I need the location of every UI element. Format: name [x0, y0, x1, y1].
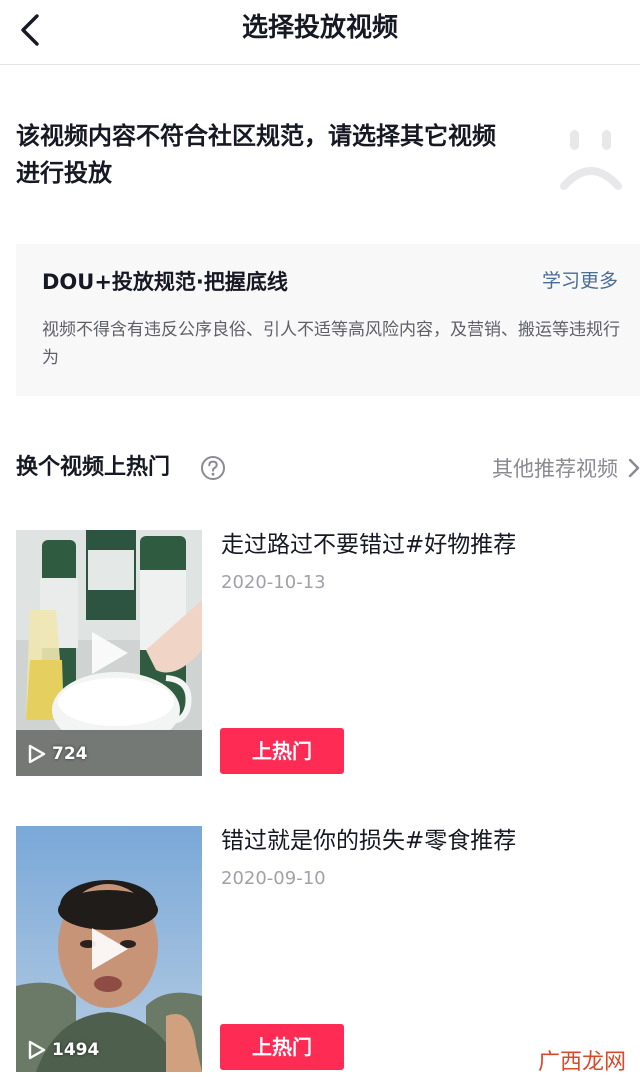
- play-icon: [92, 928, 128, 970]
- rules-title: DOU+投放规范·把握底线: [42, 270, 288, 294]
- page-title: 选择投放视频: [241, 13, 398, 43]
- video-title: 错过就是你的损失#零食推荐: [221, 828, 517, 854]
- view-count: 1494: [28, 1040, 99, 1060]
- view-count-value: 724: [52, 744, 88, 764]
- site-watermark: 广西龙网: [537, 1050, 626, 1075]
- video-item: 1494 错过就是你的损失#零食推荐 2020-09-10 上热门: [16, 826, 640, 1074]
- play-icon: [92, 632, 128, 674]
- video-date: 2020-10-13: [221, 572, 326, 593]
- video-item: 724 走过路过不要错过#好物推荐 2020-10-13 上热门: [16, 530, 640, 778]
- sad-face-icon: [560, 130, 622, 190]
- nav-bar: 选择投放视频: [0, 0, 640, 65]
- video-title: 走过路过不要错过#好物推荐: [221, 532, 517, 558]
- video-thumbnail[interactable]: 1494: [16, 826, 202, 1072]
- section-header: 换个视频上热门 其他推荐视频: [16, 450, 640, 486]
- view-count: 724: [28, 744, 88, 764]
- video-date: 2020-09-10: [221, 868, 326, 889]
- chevron-right-icon: [628, 458, 640, 478]
- violation-notice: 该视频内容不符合社区规范，请选择其它视频进行投放: [16, 122, 496, 187]
- section-title: 换个视频上热门: [16, 455, 171, 480]
- learn-more-link[interactable]: 学习更多: [542, 266, 618, 293]
- boost-button[interactable]: 上热门: [220, 728, 344, 774]
- play-outline-icon: [28, 1040, 46, 1060]
- rules-card: DOU+投放规范·把握底线 学习更多 视频不得含有违反公序良俗、引人不适等高风险…: [16, 244, 640, 396]
- boost-button[interactable]: 上热门: [220, 1024, 344, 1070]
- rules-description: 视频不得含有违反公序良俗、引人不适等高风险内容，及营销、搬运等违规行为: [42, 320, 620, 368]
- more-link-label: 其他推荐视频: [492, 457, 618, 481]
- play-outline-icon: [28, 744, 46, 764]
- other-recommended-videos-link[interactable]: 其他推荐视频: [492, 450, 640, 486]
- question-circle-icon[interactable]: [200, 455, 226, 481]
- video-thumbnail[interactable]: 724: [16, 530, 202, 776]
- view-count-value: 1494: [52, 1040, 100, 1060]
